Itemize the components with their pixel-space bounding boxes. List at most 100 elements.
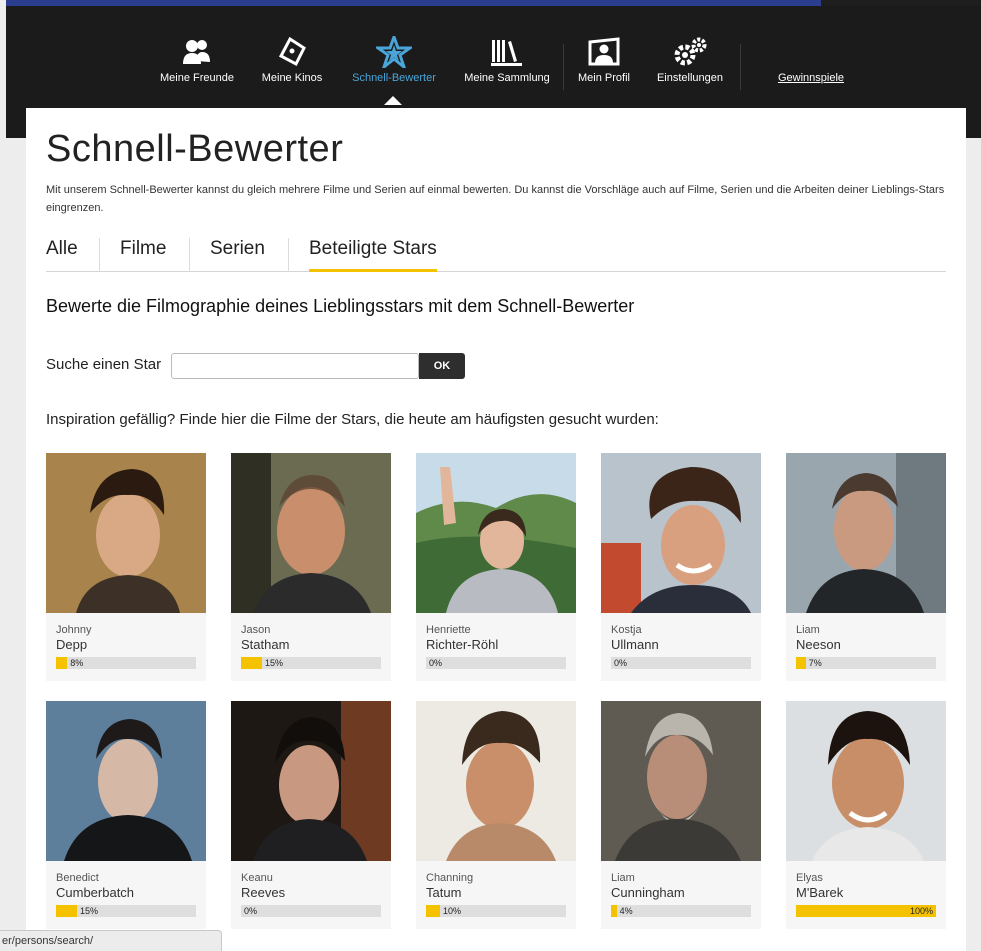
star-card[interactable]: Elyas M'Barek 100% xyxy=(786,701,946,929)
star-last-name: Statham xyxy=(241,637,290,652)
star-card[interactable]: Liam Cunningham 4% xyxy=(601,701,761,929)
tab-beteiligte-stars[interactable]: Beteiligte Stars xyxy=(309,238,437,272)
search-ok-button[interactable]: OK xyxy=(419,353,465,379)
nav-meine-freunde[interactable]: Meine Freunde xyxy=(156,36,238,84)
star-first-name: Keanu xyxy=(241,872,273,884)
inspiration-text: Inspiration gefällig? Finde hier die Fil… xyxy=(46,411,659,428)
gears-icon xyxy=(674,37,707,66)
star-card[interactable]: Johnny Depp 8% xyxy=(46,453,206,681)
rating-progress-bar: 7% xyxy=(796,657,936,669)
nav-label: Gewinnspiele xyxy=(777,72,845,84)
star-photo xyxy=(231,453,391,613)
star-last-name: Tatum xyxy=(426,885,462,900)
ticket-icon xyxy=(278,36,306,67)
progress-fill xyxy=(56,657,68,669)
star-last-name: Neeson xyxy=(796,637,841,652)
star-search-input[interactable] xyxy=(171,353,419,379)
intro-text: Mit unserem Schnell-Bewerter kannst du g… xyxy=(46,184,945,214)
progress-label: 0% xyxy=(429,658,443,668)
rating-progress-bar: 0% xyxy=(241,905,381,917)
star-photo xyxy=(416,701,576,861)
rating-progress-bar: 0% xyxy=(426,657,566,669)
nav-mein-profil[interactable]: Mein Profil xyxy=(574,36,634,84)
progress-fill xyxy=(611,905,617,917)
filter-tabs: Alle Filme Serien Beteiligte Stars xyxy=(46,236,946,272)
nav-label: Mein Profil xyxy=(578,72,630,84)
nav-label: Einstellungen xyxy=(656,72,724,84)
progress-label: 0% xyxy=(244,906,258,916)
profile-icon xyxy=(588,37,620,66)
nav-meine-kinos[interactable]: Meine Kinos xyxy=(256,36,328,84)
nav-schnell-bewerter[interactable]: Schnell-Bewerter xyxy=(349,36,439,84)
nav-label: Meine Freunde xyxy=(160,72,234,84)
star-last-name: Cumberbatch xyxy=(56,885,135,900)
tab-filme[interactable]: Filme xyxy=(120,238,166,270)
nav-label: Meine Kinos xyxy=(261,72,323,84)
browser-status-bar: er/persons/search/ xyxy=(0,930,222,951)
star-card[interactable]: Keanu Reeves 0% xyxy=(231,701,391,929)
progress-label: 10% xyxy=(443,906,462,916)
star-photo xyxy=(231,701,391,861)
section-heading: Bewerte die Filmographie deines Liebling… xyxy=(46,296,635,316)
star-first-name: Jason xyxy=(241,624,271,636)
rating-progress-bar: 100% xyxy=(796,905,936,917)
progress-label: 4% xyxy=(619,906,633,916)
rating-progress-bar: 15% xyxy=(241,657,381,669)
star-last-name: Depp xyxy=(56,637,88,652)
nav-gewinnspiele[interactable]: Gewinnspiele xyxy=(772,36,850,84)
star-photo xyxy=(786,453,946,613)
star-card[interactable]: Channing Tatum 10% xyxy=(416,701,576,929)
star-card[interactable]: Henriette Richter-Röhl 0% xyxy=(416,453,576,681)
star-photo xyxy=(46,453,206,613)
library-icon xyxy=(491,40,522,66)
star-first-name: Henriette xyxy=(426,624,471,636)
friends-icon xyxy=(183,40,210,64)
star-last-name: Richter-Röhl xyxy=(426,637,499,652)
star-first-name: Johnny xyxy=(56,624,92,636)
nav-label: Meine Sammlung xyxy=(464,72,550,84)
star-first-name: Channing xyxy=(426,872,474,884)
star-first-name: Kostja xyxy=(611,624,642,636)
main-nav: Meine Freunde Meine Kinos Schnell-Bewert… xyxy=(6,36,981,96)
progress-label: 7% xyxy=(808,658,822,668)
nav-meine-sammlung[interactable]: Meine Sammlung xyxy=(461,36,553,84)
rating-progress-bar: 0% xyxy=(611,657,751,669)
star-card[interactable]: Liam Neeson 7% xyxy=(786,453,946,681)
progress-label: 8% xyxy=(70,658,84,668)
star-icon xyxy=(376,36,412,68)
tab-divider xyxy=(99,238,100,272)
star-photo xyxy=(46,701,206,861)
star-last-name: Cunningham xyxy=(611,885,685,900)
star-first-name: Liam xyxy=(611,872,635,884)
progress-fill xyxy=(241,657,262,669)
star-first-name: Benedict xyxy=(56,872,99,884)
progress-label: 100% xyxy=(909,906,933,916)
progress-fill xyxy=(426,905,440,917)
progress-fill xyxy=(56,905,77,917)
star-photo xyxy=(416,453,576,613)
progress-fill xyxy=(796,657,806,669)
nav-divider xyxy=(740,44,741,90)
rating-progress-bar: 8% xyxy=(56,657,196,669)
tab-alle[interactable]: Alle xyxy=(46,238,78,270)
active-nav-indicator xyxy=(384,96,402,105)
rating-progress-bar: 10% xyxy=(426,905,566,917)
star-photo xyxy=(786,701,946,861)
tab-divider xyxy=(189,238,190,272)
rating-progress-bar: 15% xyxy=(56,905,196,917)
nav-einstellungen[interactable]: Einstellungen xyxy=(654,36,726,84)
rating-progress-bar: 4% xyxy=(611,905,751,917)
tab-divider xyxy=(288,238,289,272)
star-last-name: Reeves xyxy=(241,885,286,900)
nav-label: Schnell-Bewerter xyxy=(352,72,436,84)
progress-label: 15% xyxy=(265,658,284,668)
star-card[interactable]: Benedict Cumberbatch 15% xyxy=(46,701,206,929)
main-content: Schnell-Bewerter Mit unserem Schnell-Bew… xyxy=(26,108,966,951)
nav-divider xyxy=(563,44,564,90)
star-card[interactable]: Kostja Ullmann 0% xyxy=(601,453,761,681)
page-title: Schnell-Bewerter xyxy=(46,128,344,170)
star-card[interactable]: Jason Statham 15% xyxy=(231,453,391,681)
progress-label: 0% xyxy=(614,658,628,668)
star-first-name: Elyas xyxy=(796,872,823,884)
tab-serien[interactable]: Serien xyxy=(210,238,265,270)
